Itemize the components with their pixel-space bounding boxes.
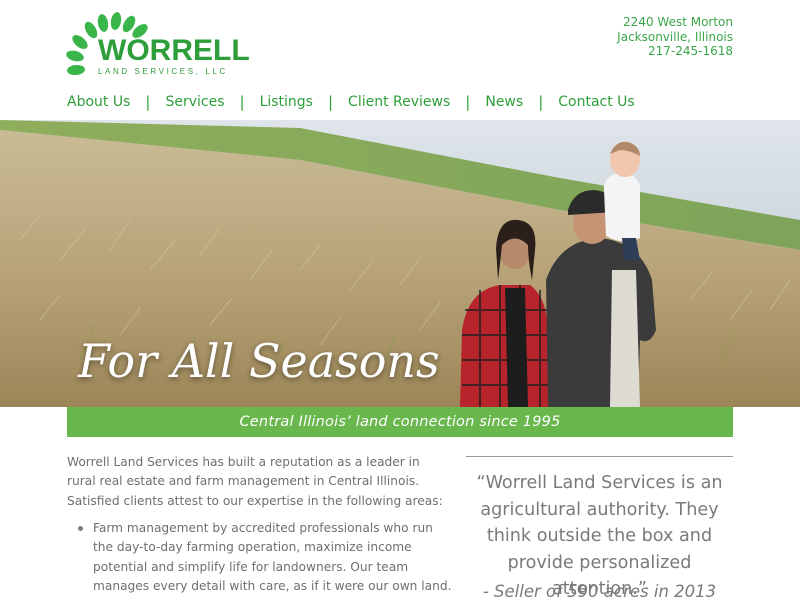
nav-listings[interactable]: Listings bbox=[260, 94, 313, 110]
list-item: Farm management by accredited profession… bbox=[78, 519, 453, 597]
phone-number[interactable]: 217-245-1618 bbox=[617, 44, 733, 59]
address-street: 2240 West Morton bbox=[623, 15, 733, 29]
tagline-text: Central Illinois’ land connection since … bbox=[239, 414, 561, 430]
intro-paragraph: Worrell Land Services has built a reputa… bbox=[67, 455, 443, 508]
nav-services[interactable]: Services bbox=[165, 94, 224, 110]
nav-separator: | bbox=[239, 93, 245, 111]
worrell-logo[interactable]: WORRELL LAND SERVICES, LLC bbox=[66, 10, 250, 82]
nav-news[interactable]: News bbox=[485, 94, 523, 110]
hero-banner: For All Seasons bbox=[0, 120, 800, 407]
nav-about-us[interactable]: About Us bbox=[67, 94, 130, 110]
nav-separator: | bbox=[145, 93, 151, 111]
logo-subtitle: LAND SERVICES, LLC bbox=[98, 67, 228, 76]
main-nav: About Us | Services | Listings | Client … bbox=[67, 91, 635, 113]
testimonial-quote: “Worrell Land Services is an agricultura… bbox=[476, 473, 723, 599]
testimonial-attribution: - Seller of 590 acres in 2013 bbox=[482, 582, 717, 600]
quote-divider bbox=[466, 456, 733, 457]
tagline-bar: Central Illinois’ land connection since … bbox=[67, 407, 733, 437]
hero-title: For All Seasons bbox=[78, 334, 440, 388]
logo-wordmark: WORRELL bbox=[98, 34, 250, 67]
nav-client-reviews[interactable]: Client Reviews bbox=[348, 94, 450, 110]
nav-contact-us[interactable]: Contact Us bbox=[558, 94, 634, 110]
nav-separator: | bbox=[327, 93, 334, 111]
contact-block: 2240 West Morton Jacksonville, Illinois … bbox=[617, 15, 733, 59]
nav-separator: | bbox=[465, 93, 471, 111]
site-header: WORRELL LAND SERVICES, LLC 2240 West Mor… bbox=[0, 0, 800, 120]
services-list: Farm management by accredited profession… bbox=[78, 519, 453, 597]
address-city: Jacksonville, Illinois bbox=[617, 29, 733, 44]
nav-separator: | bbox=[538, 93, 544, 111]
